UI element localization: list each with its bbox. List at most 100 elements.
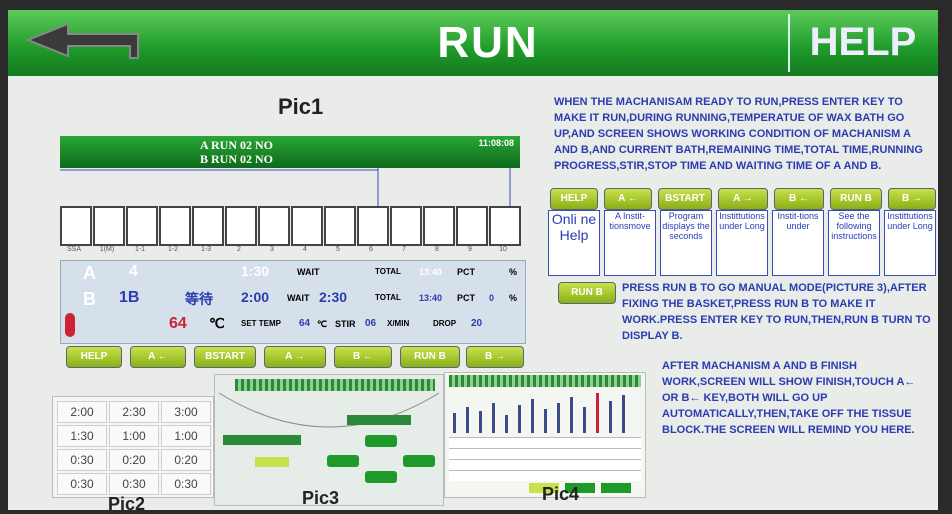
page-title: RUN: [437, 18, 539, 67]
stir-unit: X/MIN: [387, 319, 410, 328]
time-cell[interactable]: 0:30: [57, 473, 107, 495]
a-right-key-example: A →: [718, 188, 768, 210]
help-key[interactable]: HELP: [66, 346, 122, 368]
bath-station-label: 2: [237, 246, 241, 253]
wax-temp: 64: [169, 315, 187, 332]
set-temp: 64: [299, 318, 311, 329]
machine-a-bath: 4: [129, 263, 138, 280]
time-cell[interactable]: 0:20: [109, 449, 159, 471]
bath-station: [192, 206, 224, 246]
wax-temp-unit: ℃: [209, 315, 225, 331]
screen: RUN HELP Pic1 A RUN 02 NO B RUN 02 NO 11…: [8, 10, 938, 510]
time-cell[interactable]: 0:30: [109, 473, 159, 495]
finish-bar: [570, 397, 573, 433]
bath-station-label: 1-3: [200, 246, 212, 253]
thermometer-icon: [65, 313, 75, 337]
pic2-time-grid: 2:00 2:30 3:00 1:30 1:00 1:00 0:30 0:20 0:20 0:30…: [52, 396, 214, 498]
stir-value: 06: [365, 318, 377, 329]
time-cell[interactable]: 1:00: [109, 425, 159, 447]
a-right-key[interactable]: A →: [264, 346, 326, 368]
bstart-key[interactable]: BSTART: [194, 346, 256, 368]
pic4-label: Pic4: [542, 484, 580, 504]
b-right-key-example: B →: [888, 188, 936, 210]
bath-station-label: SSA: [66, 246, 81, 253]
time-cell[interactable]: 1:00: [161, 425, 211, 447]
bath-station: [225, 206, 257, 246]
time-cell[interactable]: 0:30: [161, 473, 211, 495]
bath-station: [423, 206, 455, 246]
finish-bars: [453, 393, 625, 433]
time-cell[interactable]: 2:00: [57, 401, 107, 423]
finish-bar: [622, 395, 625, 433]
time-cell[interactable]: 3:00: [161, 401, 211, 423]
help-box: Onli ne Help: [548, 210, 600, 276]
bath-station: [93, 206, 125, 246]
pic3-manual-mode: [214, 374, 444, 506]
finish-table: [449, 437, 641, 481]
finish-text: AFTER MACHANISM A AND B FINISH WORK,SCRE…: [662, 360, 916, 436]
explain-box-2: Program displays the seconds: [660, 210, 712, 276]
machine-b-letter: B: [83, 289, 96, 309]
b-left-key[interactable]: B ←: [334, 346, 392, 368]
bath-station: [159, 206, 191, 246]
finish-bar: [453, 413, 456, 433]
status-panel: A 4 1:30 WAIT TOTAL 13:40 PCT % B 1B 等待 …: [60, 260, 526, 344]
time-cell[interactable]: 0:30: [57, 449, 107, 471]
machine-b-pct-unit: %: [509, 293, 518, 303]
bath-station: [357, 206, 389, 246]
clock: 11:08:08: [478, 138, 514, 148]
machine-b-total-label: TOTAL: [375, 293, 401, 302]
bstart-key-example: BSTART: [658, 188, 712, 210]
b-left-key-example: B ←: [774, 188, 824, 210]
machine-b-pct-label: PCT: [457, 293, 475, 303]
right-button[interactable]: [403, 455, 435, 467]
pic1-label: Pic1: [278, 94, 324, 119]
machine-a-total: 13:40: [419, 267, 443, 277]
top-bar: RUN HELP: [8, 10, 938, 76]
machine-a-total-label: TOTAL: [375, 267, 401, 276]
machine-a-letter: A: [83, 263, 96, 283]
time-cell[interactable]: 1:30: [57, 425, 107, 447]
bath-station-label: 7: [402, 246, 406, 253]
explain-box-4: Instit-tions under: [772, 210, 824, 276]
bath-station-label: 10: [499, 246, 507, 253]
b-right-key[interactable]: B →: [466, 346, 524, 368]
a-left-key[interactable]: A ←: [130, 346, 186, 368]
run-b-button-example: RUN B: [558, 282, 616, 304]
back-arrow-icon[interactable]: [18, 18, 158, 68]
finish-bar: [518, 405, 521, 433]
bath-station-label: 1-1: [134, 246, 146, 253]
bath-station: [324, 206, 356, 246]
run-b-text: PRESS RUN B TO GO MANUAL MODE(PICTURE 3)…: [622, 282, 931, 342]
up-button[interactable]: [365, 435, 397, 447]
finish-bar: [609, 401, 612, 433]
temperature-row: 64 ℃ SET TEMP 64 ℃ STIR 06 X/MIN DROP 20: [61, 313, 525, 341]
finish-bar: [557, 403, 560, 433]
machine-a-row: A 4 1:30 WAIT TOTAL 13:40 PCT %: [61, 263, 525, 289]
machine-b-time: 2:00: [241, 289, 270, 305]
machine-b-total: 13:40: [419, 293, 443, 303]
bath-station-label: 6: [369, 246, 373, 253]
help-button[interactable]: HELP: [798, 20, 928, 65]
down-button[interactable]: [365, 471, 397, 483]
left-button[interactable]: [327, 455, 359, 467]
bath-station-label: 4: [303, 246, 307, 253]
drop-label: DROP: [433, 319, 457, 328]
time-cell[interactable]: 2:30: [109, 401, 159, 423]
machine-a-pct-label: PCT: [457, 267, 475, 277]
machine-b-pct: 0: [489, 293, 495, 303]
level-strip: [235, 379, 435, 391]
ok-button[interactable]: [255, 457, 289, 467]
bath-station: [456, 206, 488, 246]
finish-button-3[interactable]: [601, 483, 631, 493]
bath-station: [291, 206, 323, 246]
bath-station-label: 1-2: [167, 246, 179, 253]
machine-b-mode: 等待: [185, 291, 213, 307]
run-b-key[interactable]: RUN B: [400, 346, 460, 368]
bath-station-label: 8: [435, 246, 439, 253]
bath-row: SSA 1(M) 1-1 1-2 1-3 2 3 4 5 6 7 8 9 10: [60, 206, 521, 253]
status-row-a: A RUN 02 NO: [200, 138, 274, 152]
explain-box-5: See the following instructions: [828, 210, 880, 276]
pic1-button-bar: HELP A ← BSTART A → B ← RUN B B →: [66, 346, 526, 368]
time-cell[interactable]: 0:20: [161, 449, 211, 471]
